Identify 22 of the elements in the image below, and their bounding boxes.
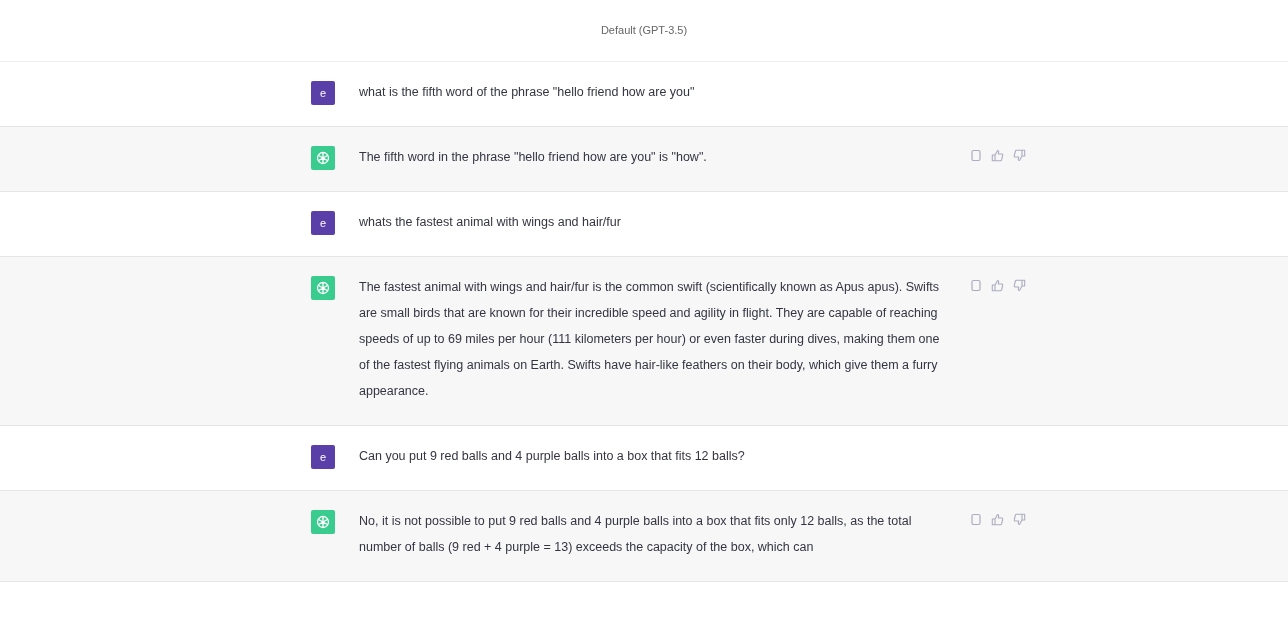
user-avatar: e xyxy=(311,81,335,105)
message-text: Can you put 9 red balls and 4 purple balls into a box that fits 12 balls? xyxy=(359,448,746,465)
thumbs-down-icon[interactable] xyxy=(1013,513,1026,526)
message-text: what is the fifth word of the phrase "hello friend how are you" xyxy=(359,84,696,101)
thumbs-up-icon[interactable] xyxy=(991,279,1004,292)
message-text: The fastest animal with wings and hair/fur is the common swift (scientifically known as Apus apus). Swifts are small birds that are known for their incredible speed and agility in flight. They are capable of reaching speeds of up to 69 miles per hour (111 kilometers per hour) or even faster during dives, making them one of the fastest flying animals on Earth. Swifts have hair-like feathers on their body, which give them a furry appearance. xyxy=(359,279,941,400)
user-avatar: e xyxy=(311,445,335,469)
message-text: The fifth word in the phrase "hello friend how are you" is "how". xyxy=(359,149,708,166)
assistant-logo-icon xyxy=(311,276,335,300)
thumbs-down-icon[interactable] xyxy=(1013,149,1026,162)
copy-icon[interactable] xyxy=(970,279,982,292)
thumbs-up-icon[interactable] xyxy=(991,149,1004,162)
thumbs-down-icon[interactable] xyxy=(1013,279,1026,292)
message-text: No, it is not possible to put 9 red balls and 4 purple balls into a box that fits only 12 balls, as the total number of balls (9 red + 4 purple = 13) exceeds the capacity of the box, which can xyxy=(359,513,913,556)
assistant-logo-icon xyxy=(311,146,335,170)
message-text: whats the fastest animal with wings and hair/fur xyxy=(359,214,622,231)
user-avatar: e xyxy=(311,211,335,235)
model-title: Default (GPT-3.5) xyxy=(600,23,688,36)
copy-icon[interactable] xyxy=(970,149,982,162)
thumbs-up-icon[interactable] xyxy=(991,513,1004,526)
assistant-logo-icon xyxy=(311,510,335,534)
copy-icon[interactable] xyxy=(970,513,982,526)
